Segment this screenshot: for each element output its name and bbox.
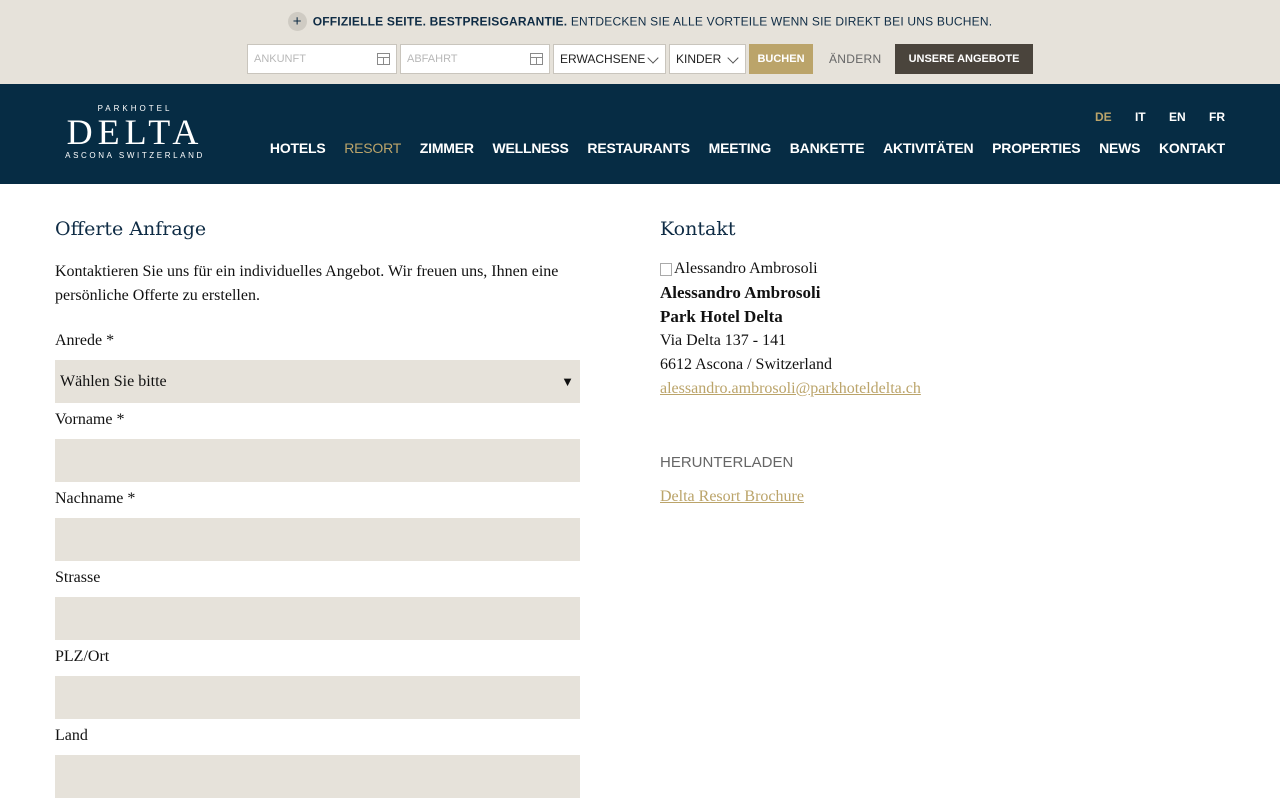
arrival-input[interactable]: ANKUNFT [247,44,397,74]
booking-bar: + OFFIZIELLE SEITE. BESTPREISGARANTIE. EN… [0,0,1280,84]
plus-icon[interactable]: + [287,12,307,31]
contact-city: 6612 Ascona / Switzerland [660,356,832,373]
salutation-select[interactable]: Wählen Sie bitte ▼ [55,360,580,403]
nav-hotels[interactable]: HOTELS [270,140,326,156]
children-label: KINDER [676,52,722,66]
lastname-input[interactable] [55,518,580,561]
book-button[interactable]: BUCHEN [749,44,813,74]
nav-aktivitaeten[interactable]: AKTIVITÄTEN [883,140,974,156]
lastname-label: Nachname * [55,490,136,507]
nav-meeting[interactable]: MEETING [709,140,772,156]
salutation-value: Wählen Sie bitte [60,373,167,390]
departure-input[interactable]: ABFAHRT [400,44,550,74]
nav-kontakt[interactable]: KONTAKT [1159,140,1225,156]
zip-city-label: PLZ/Ort [55,648,110,665]
calendar-icon[interactable] [530,53,543,65]
contact-name: Alessandro Ambrosoli [660,283,821,302]
calendar-icon[interactable] [377,53,390,65]
broken-image-icon [660,262,672,276]
site-header: PARKHOTEL DELTA ASCONA SWITZERLAND DE IT… [0,84,1280,184]
chevron-down-icon [727,52,739,64]
nav-resort[interactable]: RESORT [344,140,401,156]
contact-image-alt: Alessandro Ambrosoli [674,260,818,277]
contact-company: Park Hotel Delta [660,307,783,326]
nav-news[interactable]: NEWS [1099,140,1140,156]
children-select[interactable]: KINDER [669,44,746,74]
chevron-down-icon [647,52,659,64]
logo-sub: ASCONA SWITZERLAND [65,151,205,160]
promo-text: ENTDECKEN SIE ALLE VORTEILE WENN SIE DIR… [570,14,993,29]
logo-main: DELTA [66,112,204,152]
main-nav: HOTELS RESORT ZIMMER WELLNESS RESTAURANT… [255,140,1225,156]
change-link[interactable]: ÄNDERN [829,44,881,74]
departure-placeholder: ABFAHRT [407,53,458,65]
nav-properties[interactable]: PROPERTIES [992,140,1080,156]
brochure-download-link[interactable]: Delta Resort Brochure [660,488,804,505]
nav-zimmer[interactable]: ZIMMER [420,140,474,156]
nav-wellness[interactable]: WELLNESS [493,140,569,156]
lang-en[interactable]: EN [1169,110,1186,124]
dropdown-triangle-icon: ▼ [561,374,574,389]
lang-it[interactable]: IT [1135,110,1146,124]
contact-street: Via Delta 137 - 141 [660,332,787,349]
contact-email-link[interactable]: alessandro.ambrosoli@parkhoteldelta.ch [660,380,921,397]
language-switcher: DE IT EN FR [1075,110,1225,124]
zip-city-input[interactable] [55,676,580,719]
lang-fr[interactable]: FR [1209,110,1225,124]
country-input[interactable] [55,755,580,798]
adults-select[interactable]: ERWACHSENE [553,44,666,74]
form-title: Offerte Anfrage [55,218,207,240]
download-wrap: Delta Resort Brochure [660,488,804,506]
download-heading: HERUNTERLADEN [660,454,794,471]
arrival-placeholder: ANKUNFT [254,53,306,65]
promo-banner: + OFFIZIELLE SEITE. BESTPREISGARANTIE. EN… [0,12,1280,31]
country-label: Land [55,727,88,744]
salutation-label: Anrede * [55,332,115,349]
contact-email-wrap: alessandro.ambrosoli@parkhoteldelta.ch [660,380,921,398]
firstname-label: Vorname * [55,411,125,428]
contact-image-broken: Alessandro Ambrosoli [660,260,818,278]
offers-button[interactable]: UNSERE ANGEBOTE [895,44,1033,74]
logo[interactable]: PARKHOTEL DELTA ASCONA SWITZERLAND [55,104,215,160]
nav-bankette[interactable]: BANKETTE [790,140,865,156]
firstname-input[interactable] [55,439,580,482]
nav-restaurants[interactable]: RESTAURANTS [587,140,690,156]
street-label: Strasse [55,569,101,586]
adults-label: ERWACHSENE [560,52,646,66]
promo-strong: OFFIZIELLE SEITE. BESTPREISGARANTIE. [312,14,568,29]
street-input[interactable] [55,597,580,640]
form-intro: Kontaktieren Sie uns für ein individuell… [55,263,559,304]
lang-de[interactable]: DE [1095,110,1112,124]
contact-title: Kontakt [660,218,736,240]
